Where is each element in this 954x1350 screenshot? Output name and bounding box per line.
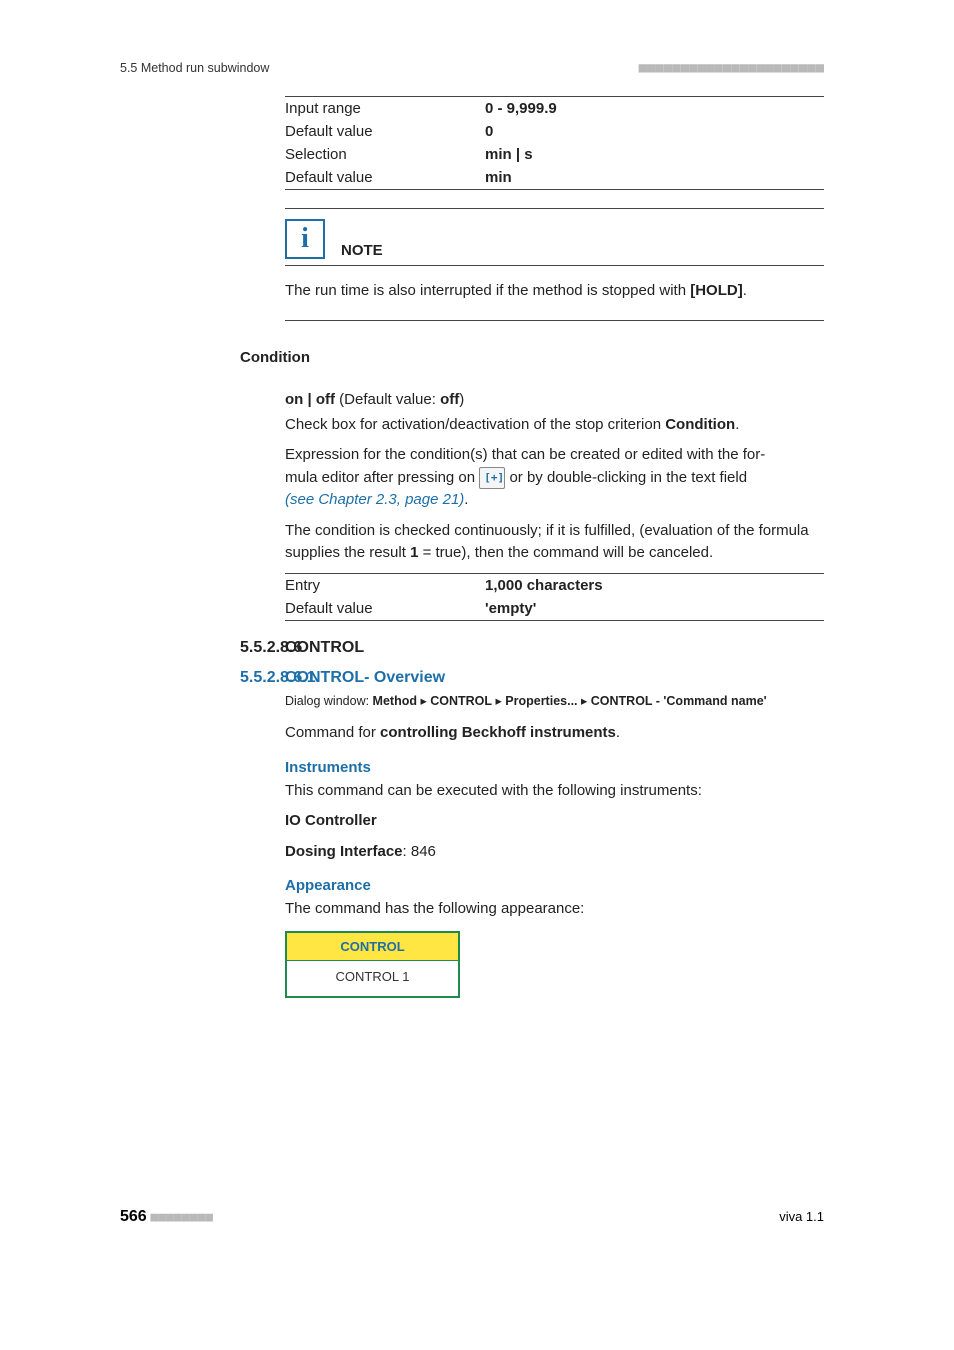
instrument-dosing: Dosing Interface: 846: [285, 841, 824, 864]
ref-post: .: [464, 491, 468, 508]
note-hold: [HOLD]: [690, 282, 743, 299]
input-range-table: Input range 0 - 9,999.9 Default value 0 …: [285, 96, 824, 190]
breadcrumb-item: Method: [373, 694, 417, 708]
section-title: CONTROL: [285, 639, 824, 657]
control-command-desc: Command for controlling Beckhoff instrum…: [285, 722, 824, 745]
dosing-label: Dosing Interface: [285, 843, 403, 860]
kv-key: Entry: [285, 573, 485, 597]
dosing-value: : 846: [403, 843, 436, 860]
dialog-prefix: Dialog window:: [285, 694, 373, 708]
condition-p1: Check box for activation/deactivation of…: [285, 414, 824, 437]
breadcrumb-item: Properties...: [505, 694, 577, 708]
running-header: 5.5 Method run subwindow ■■■■■■■■■■■■■■■…: [0, 60, 954, 76]
breadcrumb-sep: ▸: [492, 694, 505, 708]
note-header: i NOTE: [285, 219, 824, 266]
section-number: 5.5.2.8.6: [240, 639, 302, 657]
condition-entry-table: Entry 1,000 characters Default value 'em…: [285, 573, 824, 621]
control-target: controlling Beckhoff instruments: [380, 724, 616, 741]
table-row: Entry 1,000 characters: [285, 573, 824, 597]
note-body: The run time is also interrupted if the …: [285, 280, 824, 302]
condition-p3: The condition is checked continuously; i…: [285, 520, 824, 565]
running-header-dashes: ■■■■■■■■■■■■■■■■■■■■■■: [639, 60, 824, 76]
page-number: 566: [120, 1208, 147, 1225]
note-text-post: .: [743, 282, 747, 299]
kv-value: 'empty': [485, 597, 824, 621]
control-block-body: CONTROL 1: [287, 961, 458, 996]
table-row: Default value 0: [285, 120, 824, 143]
onoff-values: on | off: [285, 391, 335, 408]
page-footer: 566 ■■■■■■■■ viva 1.1: [0, 1208, 954, 1226]
chapter-ref: (see Chapter 2.3, page 21): [285, 491, 464, 508]
kv-value: min | s: [485, 143, 824, 166]
instruments-intro: This command can be executed with the fo…: [285, 780, 824, 803]
text: or by double-clicking in the text field: [505, 469, 747, 486]
kv-key: Default value: [285, 597, 485, 621]
appearance-heading: Appearance: [285, 877, 824, 894]
kv-key: Default value: [285, 166, 485, 190]
table-row: Default value min: [285, 166, 824, 190]
condition-onoff: on | off (Default value: off): [285, 391, 824, 408]
kv-key: Input range: [285, 97, 485, 121]
control-command-block: CONTROL CONTROL 1: [285, 931, 460, 998]
instruments-heading: Instruments: [285, 759, 824, 776]
condition-word: Condition: [665, 416, 735, 433]
table-row: Default value 'empty': [285, 597, 824, 621]
footer-left: 566 ■■■■■■■■: [120, 1208, 213, 1226]
condition-p2b: mula editor after pressing on or by doub…: [285, 467, 824, 512]
dialog-window-path: Dialog window: Method ▸ CONTROL ▸ Proper…: [285, 693, 824, 711]
text: = true), then the command will be cancel…: [418, 544, 713, 561]
text: Command for: [285, 724, 380, 741]
subsection-number: 5.5.2.8.6.1: [240, 669, 316, 687]
info-icon: i: [285, 219, 325, 259]
footer-right: viva 1.1: [779, 1209, 824, 1224]
breadcrumb-item: CONTROL: [430, 694, 492, 708]
onoff-mid: (Default value:: [335, 391, 440, 408]
note-title: NOTE: [341, 242, 383, 259]
condition-p2a: Expression for the condition(s) that can…: [285, 444, 824, 467]
breadcrumb-sep: ▸: [578, 694, 591, 708]
note-text: The run time is also interrupted if the …: [285, 282, 690, 299]
instrument-io-controller: IO Controller: [285, 810, 824, 833]
text: .: [616, 724, 620, 741]
kv-value: 1,000 characters: [485, 573, 824, 597]
table-row: Input range 0 - 9,999.9: [285, 97, 824, 121]
text: Check box for activation/deactivation of…: [285, 416, 665, 433]
condition-label: Condition: [240, 349, 310, 366]
table-row: Selection min | s: [285, 143, 824, 166]
kv-key: Selection: [285, 143, 485, 166]
breadcrumb-item: CONTROL - 'Command name': [591, 694, 767, 708]
onoff-default: off: [440, 391, 459, 408]
kv-value: 0: [485, 120, 824, 143]
running-header-left: 5.5 Method run subwindow: [120, 61, 269, 75]
kv-value: min: [485, 166, 824, 190]
kv-key: Default value: [285, 120, 485, 143]
subsection-title: CONTROL- Overview: [285, 669, 824, 687]
note-box: i NOTE The run time is also interrupted …: [285, 208, 824, 321]
text: mula editor after pressing on: [285, 469, 479, 486]
kv-value: 0 - 9,999.9: [485, 97, 824, 121]
appearance-intro: The command has the following appearance…: [285, 898, 824, 921]
onoff-post: ): [459, 391, 464, 408]
footer-dashes: ■■■■■■■■: [150, 1210, 213, 1225]
control-block-header: CONTROL: [287, 933, 458, 961]
formula-editor-icon[interactable]: [479, 467, 505, 489]
text: .: [735, 416, 739, 433]
breadcrumb-sep: ▸: [417, 694, 430, 708]
